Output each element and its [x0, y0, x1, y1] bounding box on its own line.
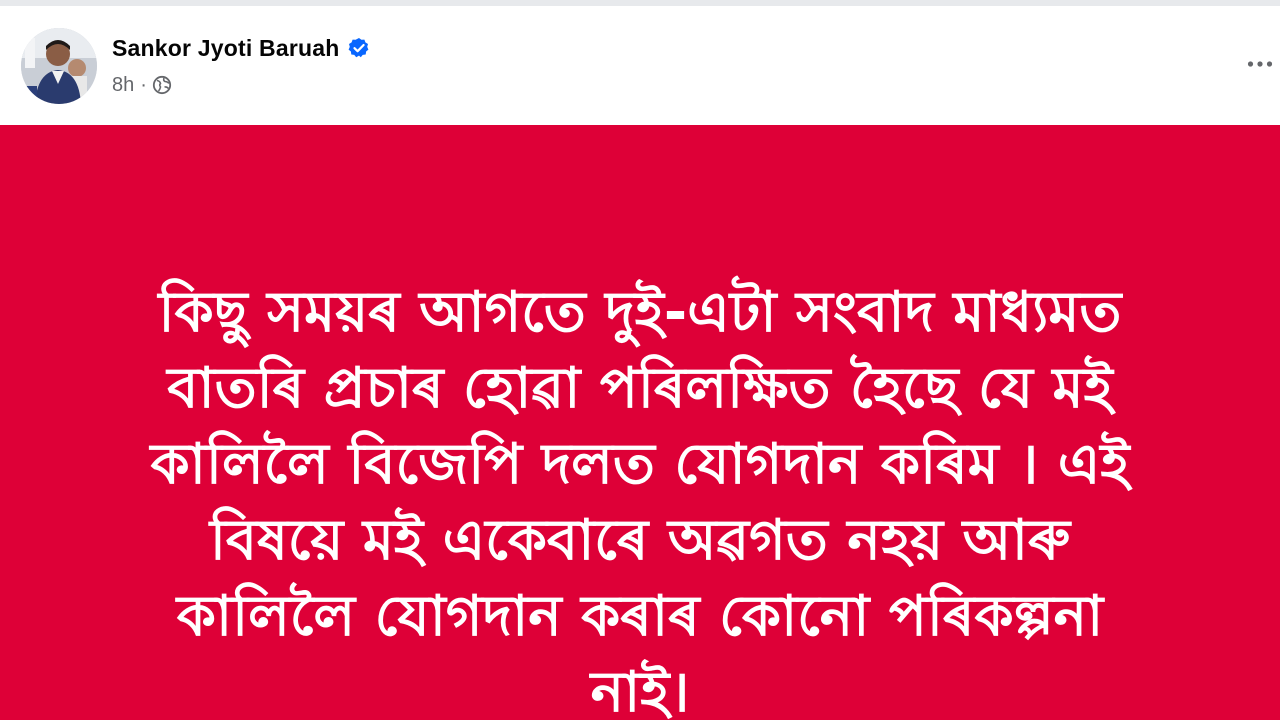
post-meta: 8h ·	[112, 72, 172, 98]
facebook-post: Sankor Jyoti Baruah 8h · কিছু সময়ৰ আগতে…	[0, 0, 1280, 720]
author-row: Sankor Jyoti Baruah	[112, 34, 370, 62]
more-options-button[interactable]	[1240, 46, 1280, 82]
post-image[interactable]: কিছু সময়ৰ আগতে দুই-এটা সংবাদ মাধ্যমত বা…	[0, 125, 1280, 720]
meta-separator: ·	[140, 73, 147, 96]
globe-icon[interactable]	[152, 75, 172, 95]
verified-badge-icon	[348, 37, 370, 59]
post-header: Sankor Jyoti Baruah 8h ·	[0, 6, 1280, 125]
more-options-icon	[1247, 61, 1273, 67]
post-timestamp[interactable]: 8h	[112, 74, 134, 97]
author-name[interactable]: Sankor Jyoti Baruah	[112, 35, 339, 62]
avatar-photo	[21, 28, 97, 104]
author-avatar[interactable]	[21, 28, 97, 104]
image-text: কিছু সময়ৰ আগতে দুই-এটা সংবাদ মাধ্যমত বা…	[150, 280, 1130, 720]
